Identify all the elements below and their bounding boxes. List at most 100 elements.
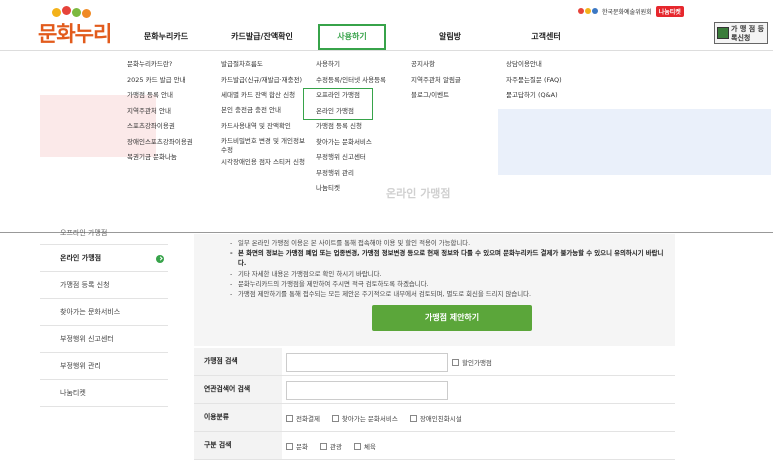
menu-item[interactable]: 본인 충전금 충전 안내 (221, 103, 305, 119)
option-label: 장애인친화시설 (419, 415, 462, 423)
mega-col-notice: 공지사항 지역주관처 알림글 블로그/이벤트 (411, 57, 491, 104)
category-label: 이용분류 (194, 404, 282, 431)
option-label: 찾아가는 문화서비스 (341, 415, 398, 423)
category-checkbox[interactable] (331, 414, 339, 422)
menu-item[interactable]: 발급절차흐름도 (221, 57, 305, 73)
store-search-input[interactable] (286, 352, 448, 372)
store-search-row: 가맹점 검색 할인가맹점 (194, 348, 675, 376)
option-label: 체육 (363, 443, 376, 451)
sidebar-item-label: 부정행위 신고센터 (60, 335, 114, 343)
nav-customer-center[interactable]: 고객센터 (520, 24, 572, 50)
category-option[interactable]: 장애인친화시설 (409, 413, 462, 423)
sidebar-item-fraud-report[interactable]: 부정행위 신고센터 (40, 326, 168, 353)
sidebar-item-label: 나눔티켓 (60, 389, 86, 397)
mega-col-support: 상담이용안내 자주묻는질문 (FAQ) 묻고답하기 (Q&A) (506, 57, 586, 104)
sidebar-item-label: 오프라인 가맹점 (60, 229, 108, 237)
mega-col-usage: 사용하기 수정등록/인터넷 사용등록 오프라인 가맹점 온라인 가맹점 가맹점 … (316, 57, 406, 197)
sidebar-item-label: 가맹점 등록 신청 (60, 281, 110, 289)
menu-item[interactable]: 장애인스포츠강좌이용권 (127, 135, 215, 151)
sidebar: 오프라인 가맹점 온라인 가맹점 가맹점 등록 신청 찾아가는 문화서비스 부정… (40, 230, 168, 407)
chevron-right-icon (156, 255, 164, 263)
org-logo-icon (578, 8, 598, 14)
menu-item[interactable]: 복권기금 문화나눔 (127, 150, 215, 166)
type-label: 구분 검색 (194, 432, 282, 459)
bg-card-banner (498, 109, 771, 175)
category-row: 이용분류 전화결제 찾아가는 문화서비스 장애인친화시설 (194, 404, 675, 432)
type-row: 구분 검색 문화 관광 체육 (194, 432, 675, 460)
ticket-badge[interactable]: 나눔티켓 (655, 5, 684, 17)
sidebar-item-fraud-management[interactable]: 부정행위 관리 (40, 353, 168, 380)
category-checkbox[interactable] (286, 414, 293, 422)
category-checkbox[interactable] (409, 414, 417, 422)
menu-item[interactable]: 카드사용내역 및 잔액확인 (221, 119, 305, 135)
sidebar-item-share-ticket[interactable]: 나눔티켓 (40, 380, 168, 407)
discount-store-option[interactable]: 할인가맹점 (452, 357, 492, 367)
discount-checkbox[interactable] (452, 358, 459, 366)
related-search-input[interactable] (286, 380, 448, 400)
menu-item[interactable]: 시각장애인용 점자 스티커 신청 (221, 158, 305, 167)
type-option[interactable]: 체육 (353, 441, 376, 451)
org-link[interactable]: 한국문화예술위원회 나눔티켓 (578, 5, 684, 17)
type-option[interactable]: 문화 (286, 441, 308, 451)
menu-item[interactable]: 나눔티켓 (316, 181, 406, 197)
option-label: 문화 (296, 443, 308, 451)
propose-store-button[interactable]: 가맹점 제안하기 (372, 305, 532, 331)
menu-item[interactable]: 스포츠강좌이용권 (127, 119, 215, 135)
nav-munhwanuri-card[interactable]: 문화누리카드 (131, 24, 201, 50)
sidebar-item-store-register[interactable]: 가맹점 등록 신청 (40, 272, 168, 299)
nav-usage[interactable]: 사용하기 (318, 24, 386, 50)
sidebar-item-label: 찾아가는 문화서비스 (60, 308, 121, 316)
category-option[interactable]: 찾아가는 문화서비스 (331, 413, 398, 423)
menu-item[interactable]: 상담이용안내 (506, 57, 586, 73)
menu-item[interactable]: 가맹점 등록 신청 (316, 119, 406, 135)
notice-item: 가맹점 제안하기를 통해 접수되는 모든 제안은 주기적으로 내부에서 검토되며… (230, 289, 665, 299)
store-search-label: 가맹점 검색 (194, 348, 282, 375)
main-nav: 문화누리카드 카드발급/잔액확인 사용하기 알림방 고객센터 (0, 24, 773, 50)
menu-item[interactable]: 블로그/이벤트 (411, 88, 491, 104)
notice-item-warning: 본 화면의 정보는 가맹점 폐업 또는 업종변경, 가맹점 정보변경 등으로 현… (230, 248, 665, 268)
menu-item[interactable]: 찾아가는 문화서비스 (316, 135, 406, 151)
menu-item[interactable]: 묻고답하기 (Q&A) (506, 88, 586, 104)
mega-col-card: 문화누리카드란? 2025 카드 발급 안내 가맹점 등록 안내 지역주관처 안… (127, 57, 215, 166)
menu-highlight-box (303, 88, 373, 120)
menu-item[interactable]: 수정등록/인터넷 사용등록 (316, 73, 406, 89)
menu-item[interactable]: 문화누리카드란? (127, 57, 215, 73)
related-search-label: 연관검색어 검색 (194, 376, 282, 403)
related-search-row: 연관검색어 검색 (194, 376, 675, 404)
option-label: 관광 (329, 443, 342, 451)
sidebar-item-label: 온라인 가맹점 (60, 254, 102, 262)
menu-item[interactable]: 사용하기 (316, 57, 406, 73)
sidebar-item-online-store[interactable]: 온라인 가맹점 (40, 245, 168, 272)
menu-item[interactable]: 세대별 카드 잔액 합산 신청 (221, 88, 305, 104)
site-header: 문화누리 한국문화예술위원회 나눔티켓 가 맹 점 등록신청 문화누리카드 카드… (0, 0, 773, 50)
menu-item[interactable]: 카드발급(신규/재발급·재충전) (221, 76, 305, 85)
mega-menu: 온라인 가맹점 문화누리카드란? 2025 카드 발급 안내 가맹점 등록 안내… (0, 50, 773, 233)
mega-col-issue: 발급절차흐름도 카드발급(신규/재발급·재충전) 세대별 카드 잔액 합산 신청… (221, 57, 305, 170)
category-option[interactable]: 전화결제 (286, 413, 320, 423)
sidebar-item-label: 부정행위 관리 (60, 362, 101, 370)
type-option[interactable]: 관광 (319, 441, 342, 451)
menu-item[interactable]: 카드비밀번호 변경 및 개인정보수정 (221, 137, 305, 155)
sidebar-item-offline-store[interactable]: 오프라인 가맹점 (40, 230, 168, 245)
nav-card-issue[interactable]: 카드발급/잔액확인 (218, 24, 306, 50)
notice-list: 일부 온라인 가맹점 이용은 본 사이트를 통해 접속해야 이용 및 할인 적용… (230, 238, 665, 299)
notice-item: 일부 온라인 가맹점 이용은 본 사이트를 통해 접속해야 이용 및 할인 적용… (230, 238, 665, 248)
menu-item[interactable]: 자주묻는질문 (FAQ) (506, 73, 586, 89)
notice-item: 문화누리카드의 가맹점을 제안하여 주시면 적극 검토하도록 하겠습니다. (230, 279, 665, 289)
option-label: 전화결제 (296, 415, 320, 423)
type-checkbox[interactable] (353, 442, 361, 450)
menu-item[interactable]: 가맹점 등록 안내 (127, 88, 215, 104)
menu-item[interactable]: 부정행위 관리 (316, 166, 406, 182)
menu-item[interactable]: 공지사항 (411, 57, 491, 73)
menu-item[interactable]: 지역주관처 안내 (127, 104, 215, 120)
search-form: 가맹점 검색 할인가맹점 연관검색어 검색 이용분류 전화결제 찾아가는 문화서… (194, 348, 675, 460)
notice-item: 기타 자세한 내용은 가맹점으로 확인 하시기 바랍니다. (230, 269, 665, 279)
type-checkbox[interactable] (319, 442, 327, 450)
org-name: 한국문화예술위원회 (602, 8, 652, 16)
menu-item[interactable]: 2025 카드 발급 안내 (127, 73, 215, 89)
sidebar-item-visiting-service[interactable]: 찾아가는 문화서비스 (40, 299, 168, 326)
menu-item[interactable]: 부정행위 신고센터 (316, 150, 406, 166)
menu-item[interactable]: 지역주관처 알림글 (411, 73, 491, 89)
type-checkbox[interactable] (286, 442, 293, 450)
nav-notice-room[interactable]: 알림방 (424, 24, 476, 50)
